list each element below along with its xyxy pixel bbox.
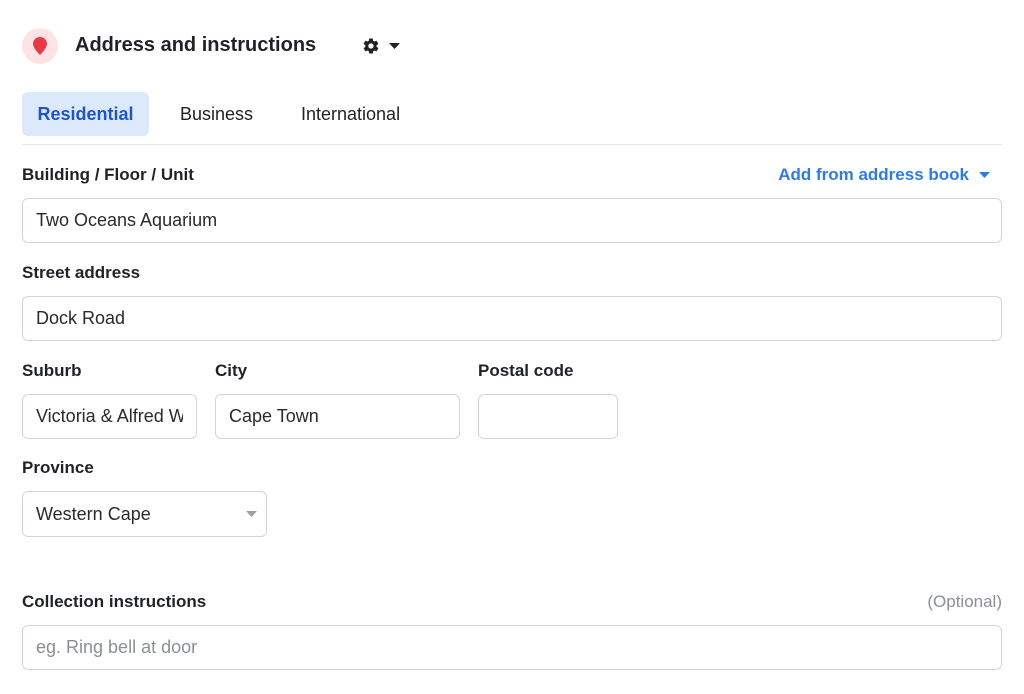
building-input[interactable] — [22, 198, 1002, 243]
settings-dropdown[interactable] — [362, 36, 404, 56]
street-label: Street address — [22, 263, 141, 282]
section-title: Address and instructions — [75, 34, 317, 56]
province-selected-value: Western Cape — [36, 504, 151, 524]
optional-hint: (Optional) — [927, 592, 1002, 611]
chevron-down-icon — [246, 511, 257, 517]
province-label: Province — [22, 458, 94, 477]
map-pin-icon — [22, 28, 58, 64]
gear-icon — [363, 38, 379, 54]
city-input[interactable] — [215, 394, 460, 439]
chevron-down-icon — [979, 172, 990, 179]
tabs-divider — [22, 144, 1002, 145]
tab-residential[interactable]: Residential — [22, 92, 149, 136]
collection-instructions-input[interactable] — [22, 625, 1002, 670]
postal-code-label: Postal code — [478, 361, 574, 380]
collection-instructions-label: Collection instructions — [22, 592, 207, 611]
tab-international[interactable]: International — [288, 92, 413, 136]
street-input[interactable] — [22, 296, 1002, 341]
building-label: Building / Floor / Unit — [22, 165, 194, 184]
add-from-address-book-link[interactable]: Add from address book — [778, 165, 990, 185]
chevron-down-icon — [389, 43, 400, 49]
suburb-label: Suburb — [22, 361, 82, 380]
address-book-link-label: Add from address book — [778, 165, 969, 184]
tab-business[interactable]: Business — [167, 92, 266, 136]
address-type-tabs: Residential Business International — [22, 92, 1002, 136]
city-label: City — [215, 361, 248, 380]
suburb-input[interactable] — [22, 394, 197, 439]
postal-code-input[interactable] — [478, 394, 618, 439]
section-header: Address and instructions — [22, 28, 1002, 64]
province-select[interactable]: Western Cape — [22, 491, 267, 537]
